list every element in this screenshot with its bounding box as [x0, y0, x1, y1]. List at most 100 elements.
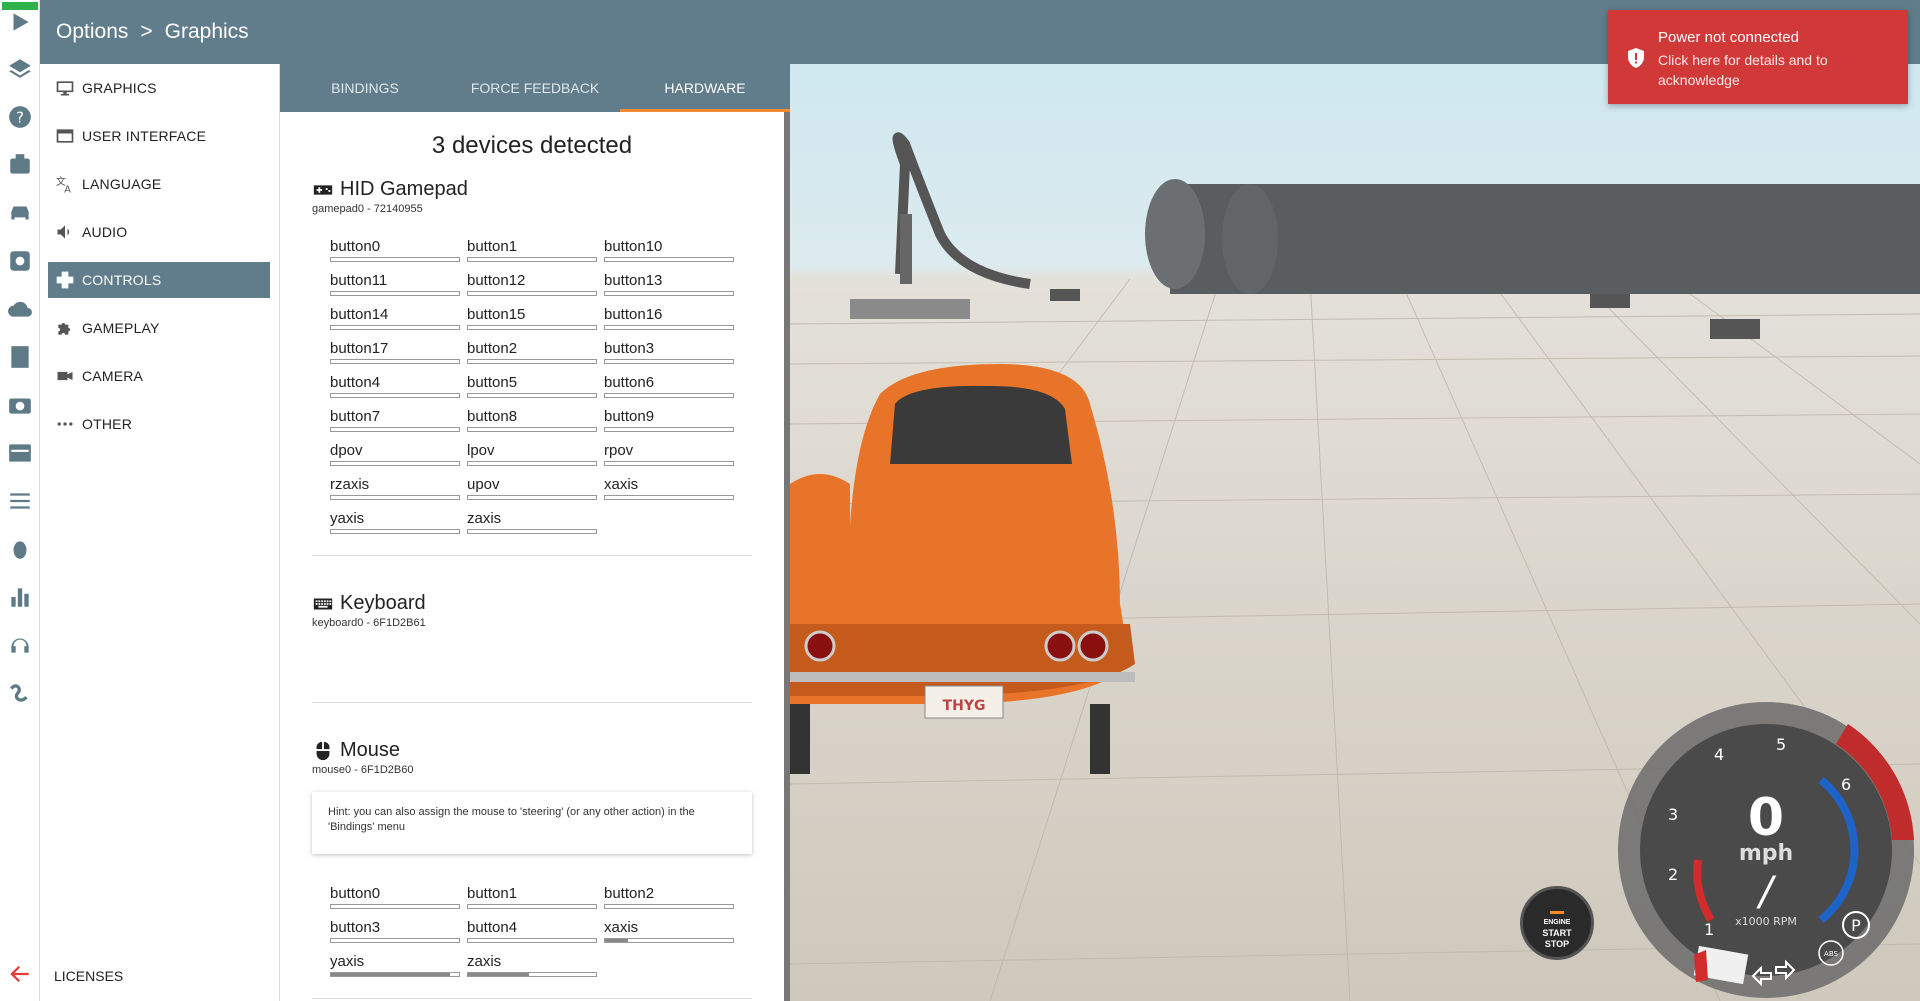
menu-item-gameplay[interactable]: GAMEPLAY [48, 310, 270, 346]
hardware-content[interactable]: 3 devices detected HID Gamepad gamepad0 … [280, 112, 784, 1001]
window-icon [54, 125, 76, 147]
input-level-bar [604, 291, 734, 296]
notification-title: Power not connected [1658, 29, 1799, 46]
breadcrumb-options[interactable]: Options [56, 20, 128, 43]
input-level-bar [604, 938, 734, 943]
input-level-bar [467, 461, 597, 466]
input-level-bar [467, 291, 597, 296]
speedometer-gauge: 0 mph / x1000 RPM 1 2 3 4 5 6 P ABS [1618, 702, 1914, 998]
input-label: xaxis [604, 476, 639, 493]
input-label: button9 [604, 408, 655, 425]
menu-item-audio[interactable]: AUDIO [48, 214, 270, 250]
menu-item-other[interactable]: OTHER [48, 406, 270, 442]
controls-panel: BINDINGS FORCE FEEDBACK HARDWARE 3 devic… [280, 64, 790, 1001]
ui-apps-icon[interactable] [6, 439, 34, 467]
engine-label-3: STOP [1544, 939, 1570, 949]
engine-start-stop-button[interactable]: ENGINE START STOP [1520, 886, 1594, 960]
stats-icon[interactable] [6, 583, 34, 611]
divider [312, 702, 752, 703]
input-indicator: button3 [330, 919, 460, 947]
input-level-bar [467, 495, 597, 500]
input-level-bar [467, 972, 597, 977]
input-indicator: button7 [330, 408, 460, 436]
licenses-link[interactable]: LICENSES [54, 968, 123, 984]
videocam-icon [54, 365, 76, 387]
controls-tabs: BINDINGS FORCE FEEDBACK HARDWARE [280, 64, 790, 112]
headset-icon[interactable] [6, 631, 34, 659]
input-level-bar [604, 257, 734, 262]
input-level-bar [330, 904, 460, 909]
power-notification[interactable]: Power not connected Click here for detai… [1608, 10, 1908, 104]
input-level-bar [467, 427, 597, 432]
tab-bindings[interactable]: BINDINGS [280, 64, 450, 112]
menu-item-label: USER INTERFACE [82, 128, 207, 144]
play-icon[interactable] [6, 8, 34, 36]
input-indicator: button9 [604, 408, 734, 436]
input-indicator: button13 [604, 272, 734, 300]
tick-6: 6 [1841, 775, 1851, 794]
input-label: zaxis [467, 953, 502, 970]
menu-item-graphics[interactable]: GRAPHICS [48, 70, 270, 106]
input-level-bar [467, 529, 597, 534]
film-icon[interactable] [6, 343, 34, 371]
menu-item-controls[interactable]: CONTROLS [48, 262, 270, 298]
cloud-icon[interactable] [6, 295, 34, 323]
input-indicator: button2 [467, 340, 597, 368]
input-indicator: dpov [330, 442, 460, 470]
input-level-bar [330, 972, 460, 977]
input-label: button5 [467, 374, 518, 391]
bug-icon[interactable] [6, 535, 34, 563]
menu-item-camera[interactable]: CAMERA [48, 358, 270, 394]
breadcrumb-graphics[interactable]: Graphics [165, 20, 249, 43]
help-icon[interactable]: ? [6, 103, 34, 131]
keyboard-id: keyboard0 - 6F1D2B61 [312, 617, 426, 629]
tab-hardware[interactable]: HARDWARE [620, 64, 790, 112]
input-label: button7 [330, 408, 381, 425]
menu-item-user-interface[interactable]: USER INTERFACE [48, 118, 270, 154]
input-indicator: button4 [330, 374, 460, 402]
mouse-device: Mouse mouse0 - 6F1D2B60 [312, 739, 414, 776]
input-level-bar [467, 257, 597, 262]
scenario-icon[interactable] [6, 151, 34, 179]
tick-5: 5 [1776, 735, 1786, 754]
input-level-bar [604, 359, 734, 364]
input-label: yaxis [330, 953, 365, 970]
engine-label-2: START [1542, 928, 1572, 938]
divider [312, 555, 752, 556]
input-indicator: zaxis [467, 510, 597, 538]
engine-led [1550, 911, 1564, 914]
options-menu: GRAPHICS USER INTERFACE 文A LANGUAGE AUDI… [40, 64, 280, 1001]
menu-item-label: CAMERA [82, 368, 144, 384]
tune-icon[interactable] [6, 487, 34, 515]
input-level-bar [467, 938, 597, 943]
input-label: button6 [604, 374, 655, 391]
input-level-bar [604, 495, 734, 500]
input-indicator: rpov [604, 442, 734, 470]
settings-icon[interactable] [6, 247, 34, 275]
license-plate: THYG [943, 698, 986, 714]
input-label: upov [467, 476, 500, 493]
input-label: button10 [604, 238, 663, 255]
layers-icon[interactable] [6, 55, 34, 83]
puzzle-icon [54, 317, 76, 339]
tick-3: 3 [1668, 805, 1678, 824]
input-label: button13 [604, 272, 663, 289]
input-label: button17 [330, 340, 389, 357]
input-level-bar [330, 461, 460, 466]
menu-item-label: GRAPHICS [82, 80, 157, 96]
input-label: button4 [467, 919, 518, 936]
input-level-bar [330, 495, 460, 500]
input-label: lpov [467, 442, 495, 459]
input-label: yaxis [330, 510, 365, 527]
input-label: button3 [604, 340, 655, 357]
back-arrow-icon[interactable] [6, 960, 34, 988]
route-icon[interactable] [6, 679, 34, 707]
input-level-bar [330, 427, 460, 432]
tab-force-feedback[interactable]: FORCE FEEDBACK [450, 64, 620, 112]
input-label: button8 [467, 408, 518, 425]
car-icon[interactable] [6, 199, 34, 227]
camera-icon[interactable] [6, 391, 34, 419]
svg-text:?: ? [16, 108, 24, 126]
menu-item-language[interactable]: 文A LANGUAGE [48, 166, 270, 202]
park-indicator: P [1851, 916, 1861, 935]
